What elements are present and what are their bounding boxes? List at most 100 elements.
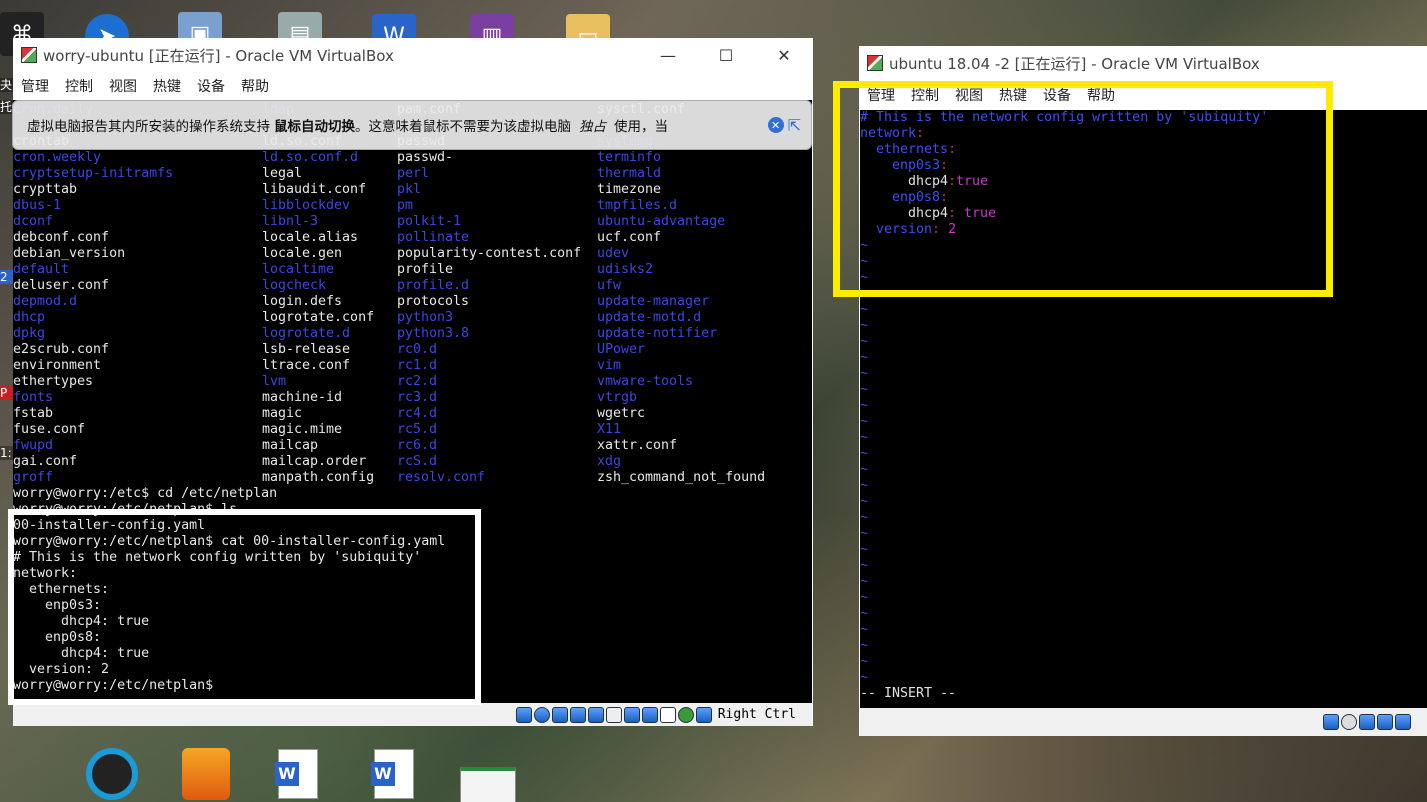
ls-entry: tmpfiles.d — [597, 198, 678, 213]
mouse-integration-icon[interactable] — [677, 706, 694, 723]
vim-empty-line-tilde: ~ — [860, 494, 869, 509]
ls-entry: default — [13, 262, 70, 277]
ls-entry: terminfo — [597, 150, 662, 165]
ls-entry: groff — [13, 470, 54, 485]
vim-empty-line-tilde: ~ — [860, 670, 869, 685]
ls-entry: logrotate.conf — [262, 310, 375, 325]
menu-item-devices[interactable]: 设备 — [197, 76, 225, 96]
ls-entry: deluser.conf — [13, 278, 110, 293]
ls-entry: perl — [397, 166, 430, 181]
ls-entry: pkl — [397, 182, 422, 197]
menu-item-control[interactable]: 控制 — [65, 76, 93, 96]
ls-entry: vtrgb — [597, 390, 638, 405]
ls-entry: update-manager — [597, 294, 710, 309]
notification-text-bold: 鼠标自动切换 — [274, 119, 355, 135]
ls-entry: python3.8 — [397, 326, 470, 341]
mouse-integration-notification: 虚拟电脑报告其内所安装的操作系统支持 鼠标自动切换 。这意味着鼠标不需要为该虚拟… — [12, 100, 812, 150]
ls-entry: fwupd — [13, 438, 54, 453]
ls-entry: manpath.config — [262, 470, 375, 485]
virtualbox-logo-icon — [21, 47, 37, 63]
ls-entry: cryptsetup-initramfs — [13, 166, 174, 181]
ls-entry: vmware-tools — [597, 374, 694, 389]
network-icon[interactable] — [1377, 714, 1393, 730]
ls-entry: X11 — [597, 422, 622, 437]
close-icon[interactable]: ✕ — [755, 38, 813, 72]
ls-entry: locale.alias — [262, 230, 359, 245]
ls-entry: gai.conf — [13, 454, 78, 469]
ls-entry: rc0.d — [397, 342, 438, 357]
notification-text-before: 虚拟电脑报告其内所安装的操作系统支持 — [27, 119, 270, 135]
ls-entry: fonts — [13, 390, 54, 405]
storage-icon[interactable] — [1323, 714, 1339, 730]
vim-empty-line-tilde: ~ — [860, 398, 869, 413]
notification-text-italic: 独占 — [579, 119, 606, 135]
taskbar-app-icon[interactable] — [84, 745, 140, 802]
ls-entry: logrotate.d — [262, 326, 351, 341]
notification-text-after: 。这意味着鼠标不需要为该虚拟电脑 — [355, 119, 571, 135]
audio-icon[interactable] — [551, 706, 568, 723]
host-key-label: Right Ctrl — [717, 707, 796, 722]
ls-entry: magic — [262, 406, 303, 421]
ls-entry: ltrace.conf — [262, 358, 351, 373]
mouse-integration-icon[interactable]: ⇱ — [788, 116, 801, 135]
ls-entry: xattr.conf — [597, 438, 678, 453]
ls-entry: ethertypes — [13, 374, 94, 389]
vim-empty-line-tilde: ~ — [860, 590, 869, 605]
recording-icon[interactable] — [641, 706, 658, 723]
vim-empty-line-tilde: ~ — [860, 414, 869, 429]
audio-icon[interactable] — [1359, 714, 1375, 730]
vim-empty-line-tilde: ~ — [860, 478, 869, 493]
ls-entry: rc2.d — [397, 374, 438, 389]
usb-icon[interactable] — [587, 706, 604, 723]
vim-empty-line-tilde: ~ — [860, 366, 869, 381]
ls-entry: localtime — [262, 262, 335, 277]
ls-entry: magic.mime — [262, 422, 343, 437]
taskbar-app-icon[interactable] — [178, 745, 234, 802]
network-icon[interactable] — [569, 706, 586, 723]
vim-empty-line-tilde: ~ — [860, 302, 869, 317]
ls-entry: xdg — [597, 454, 622, 469]
word-doc-icon[interactable]: W — [270, 745, 326, 802]
menu-item-manage[interactable]: 管理 — [21, 76, 49, 96]
white-highlight-box — [8, 509, 481, 705]
window-title: ubuntu 18.04 -2 [正在运行] - Oracle VM Virtu… — [889, 54, 1260, 73]
keyboard-capture-icon[interactable] — [695, 706, 712, 723]
titlebar[interactable]: ubuntu 18.04 -2 [正在运行] - Oracle VM Virtu… — [859, 46, 1427, 80]
storage-icon[interactable] — [515, 706, 532, 723]
virtualization-icon[interactable] — [659, 706, 676, 723]
ls-entry: passwd- — [397, 150, 454, 165]
optical-drive-icon[interactable] — [533, 706, 550, 723]
ls-entry: ld.so.conf.d — [262, 150, 359, 165]
minimize-icon[interactable]: — — [639, 38, 697, 72]
ls-entry: resolv.conf — [397, 470, 486, 485]
menu-item-help[interactable]: 帮助 — [241, 76, 269, 96]
ls-entry: pollinate — [397, 230, 470, 245]
ls-entry: libaudit.conf — [262, 182, 367, 197]
desktop-side-label: 1: — [0, 446, 14, 460]
optical-drive-icon[interactable] — [1341, 714, 1357, 730]
menu-item-hotkeys[interactable]: 热键 — [153, 76, 181, 96]
ls-entry: UPower — [597, 342, 646, 357]
close-notification-icon[interactable]: ✕ — [767, 117, 784, 133]
maximize-icon[interactable]: ☐ — [697, 38, 755, 72]
spreadsheet-icon[interactable] — [460, 745, 516, 802]
shared-folders-icon[interactable] — [605, 706, 622, 723]
vim-empty-line-tilde: ~ — [860, 510, 869, 525]
ls-entry: protocols — [397, 294, 470, 309]
ls-entry: popularity-contest.conf — [397, 246, 582, 261]
notification-text-end: 使用，当 — [614, 119, 668, 135]
usb-icon[interactable] — [1395, 714, 1411, 730]
titlebar[interactable]: worry-ubuntu [正在运行] - Oracle VM VirtualB… — [13, 38, 813, 72]
vim-empty-line-tilde: ~ — [860, 382, 869, 397]
vim-empty-line-tilde: ~ — [860, 430, 869, 445]
ls-entry: update-notifier — [597, 326, 718, 341]
ls-entry: environment — [13, 358, 102, 373]
ls-entry: locale.gen — [262, 246, 343, 261]
ls-entry: pm — [397, 198, 414, 213]
terminal-line: worry@worry:/etc$ cd /etc/netplan — [13, 486, 278, 501]
word-doc-icon[interactable]: W — [366, 745, 422, 802]
ls-entry: dpkg — [13, 326, 46, 341]
display-icon[interactable] — [623, 706, 640, 723]
menu-item-view[interactable]: 视图 — [109, 76, 137, 96]
virtualbox-logo-icon — [867, 55, 883, 71]
